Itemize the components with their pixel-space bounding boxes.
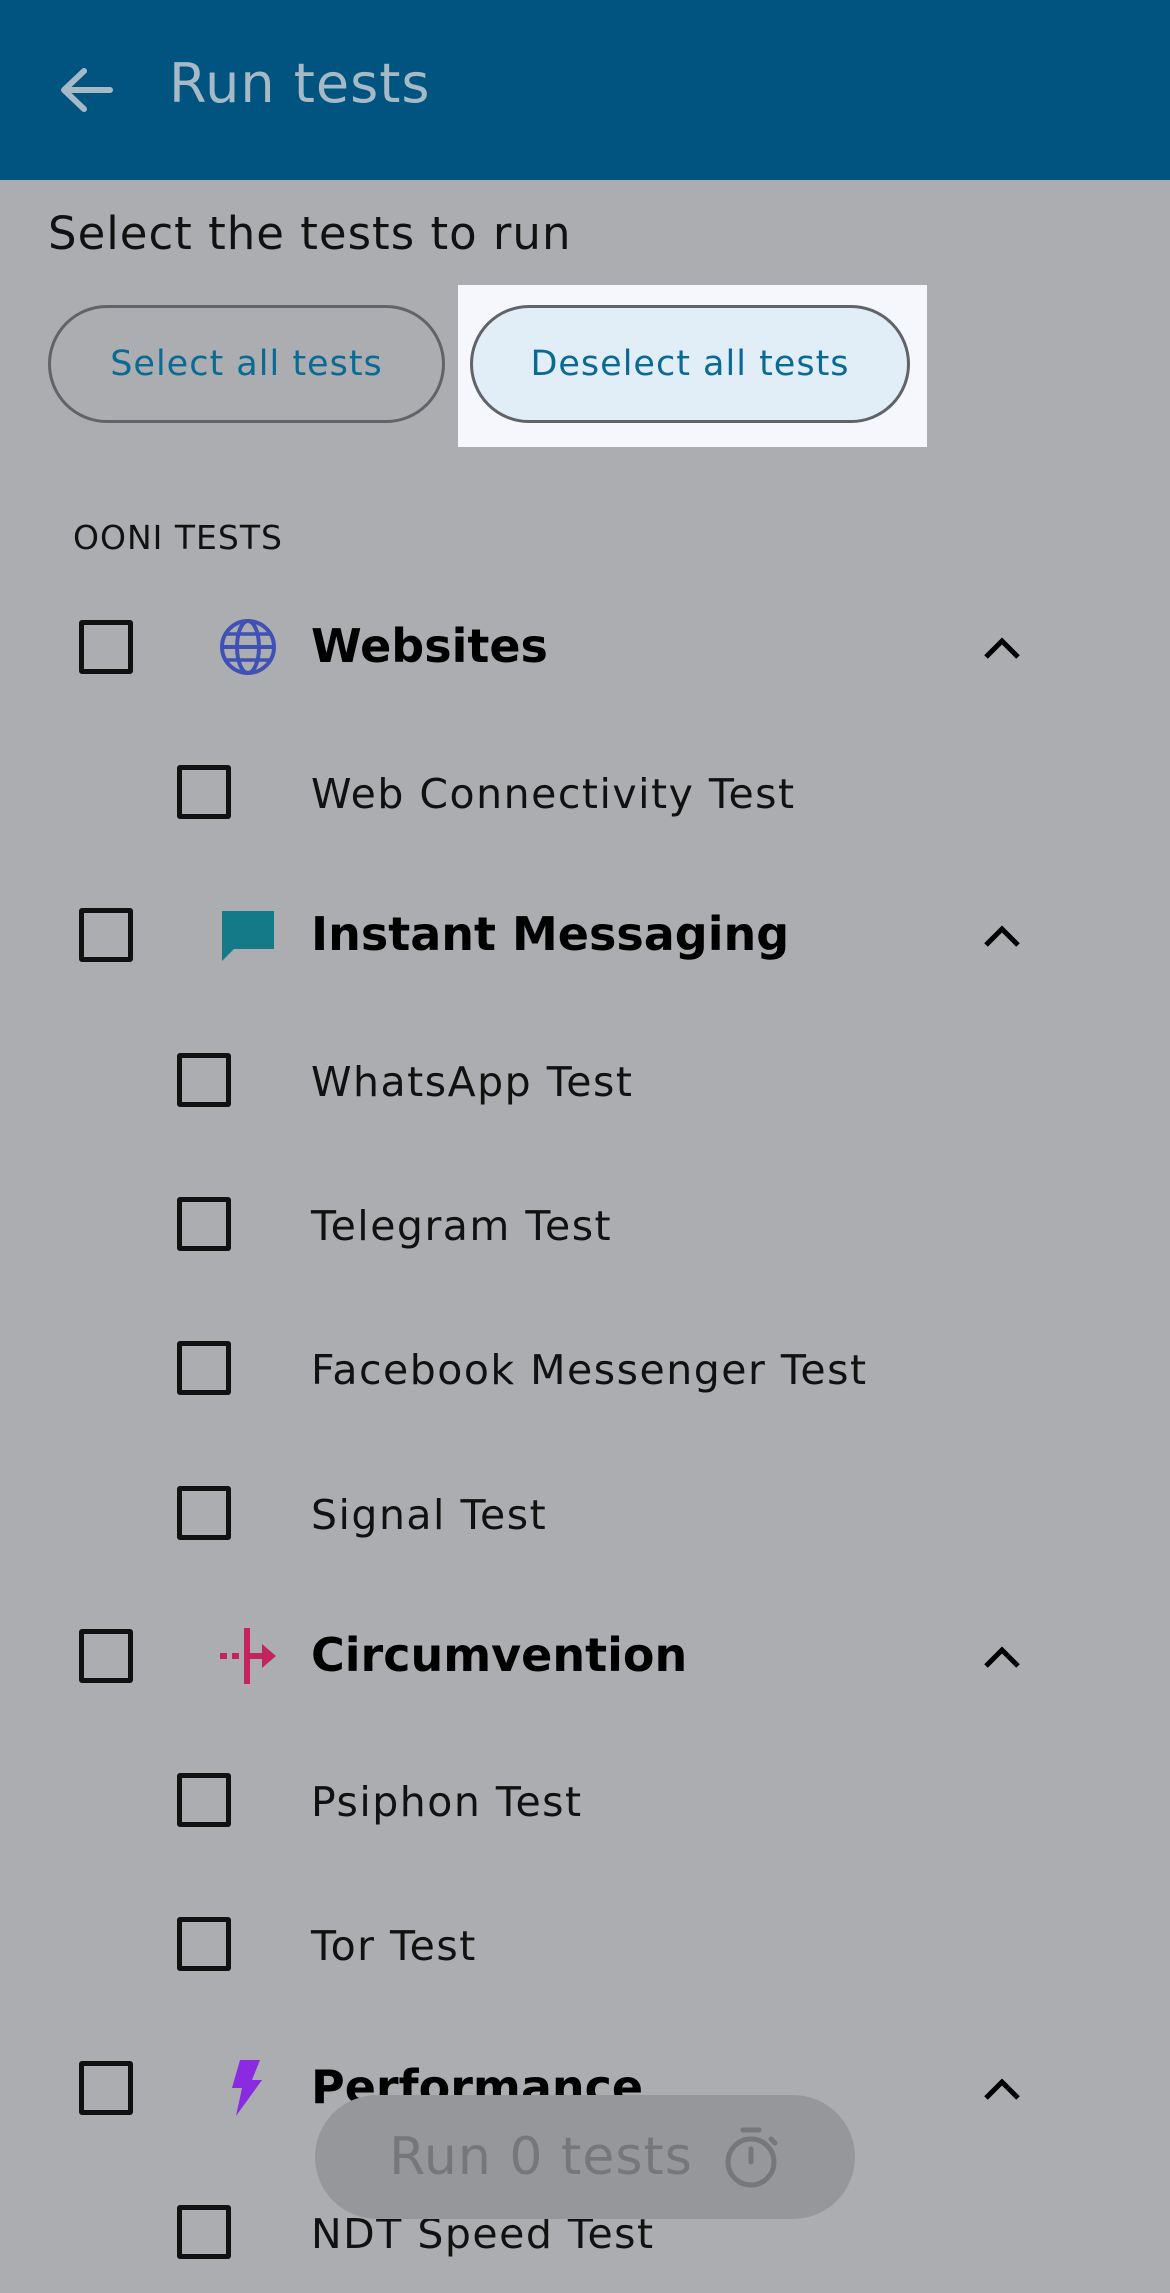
chat-bubble-icon [222,911,274,961]
chevron-up-icon[interactable] [980,2068,1024,2108]
deselect-all-button[interactable]: Deselect all tests [470,305,910,423]
test-label: Tor Test [311,1922,477,1970]
select-all-button[interactable]: Select all tests [48,305,445,423]
app-bar: Run tests [0,0,1170,180]
checkbox[interactable] [177,1917,231,1971]
checkbox[interactable] [177,1486,231,1540]
run-tests-label: Run 0 tests [389,2127,693,2187]
test-row-signal[interactable]: Signal Test [0,1463,1170,1563]
run-tests-button[interactable]: Run 0 tests [315,2095,855,2219]
chevron-up-icon[interactable] [980,1636,1024,1676]
arrow-left-icon [61,68,113,112]
category-label: Websites [311,619,548,673]
test-row-web-connectivity[interactable]: Web Connectivity Test [0,742,1170,842]
category-label: Instant Messaging [311,907,790,961]
test-label: Psiphon Test [311,1778,583,1826]
chevron-up-icon[interactable] [980,915,1024,955]
test-row-telegram[interactable]: Telegram Test [0,1174,1170,1274]
checkbox[interactable] [177,1341,231,1395]
test-label: Web Connectivity Test [311,770,796,818]
test-label: Telegram Test [311,1202,613,1250]
test-label: Signal Test [311,1491,548,1539]
section-label-ooni-tests: OONI TESTS [73,518,283,557]
checkbox[interactable] [177,765,231,819]
chevron-up-icon[interactable] [980,627,1024,667]
test-row-psiphon[interactable]: Psiphon Test [0,1750,1170,1850]
category-row-instant-messaging[interactable]: Instant Messaging [0,885,1170,985]
test-row-tor[interactable]: Tor Test [0,1894,1170,1994]
back-button[interactable] [46,50,126,130]
timer-icon [725,2127,778,2188]
checkbox[interactable] [177,2205,231,2259]
checkbox[interactable] [177,1773,231,1827]
circumvention-icon [220,1628,276,1684]
category-label: Circumvention [311,1628,688,1682]
test-row-facebook-messenger[interactable]: Facebook Messenger Test [0,1318,1170,1418]
checkbox[interactable] [79,2061,133,2115]
checkbox[interactable] [79,620,133,674]
globe-icon [220,619,276,675]
checkbox[interactable] [79,908,133,962]
lightning-bolt-icon [232,2060,262,2116]
category-row-websites[interactable]: Websites [0,597,1170,697]
test-label: WhatsApp Test [311,1058,634,1106]
checkbox[interactable] [177,1053,231,1107]
checkbox[interactable] [177,1197,231,1251]
checkbox[interactable] [79,1629,133,1683]
category-row-circumvention[interactable]: Circumvention [0,1606,1170,1706]
test-label: Facebook Messenger Test [311,1346,868,1394]
select-tests-heading: Select the tests to run [48,207,572,260]
test-row-whatsapp[interactable]: WhatsApp Test [0,1030,1170,1130]
page-title: Run tests [169,52,431,115]
